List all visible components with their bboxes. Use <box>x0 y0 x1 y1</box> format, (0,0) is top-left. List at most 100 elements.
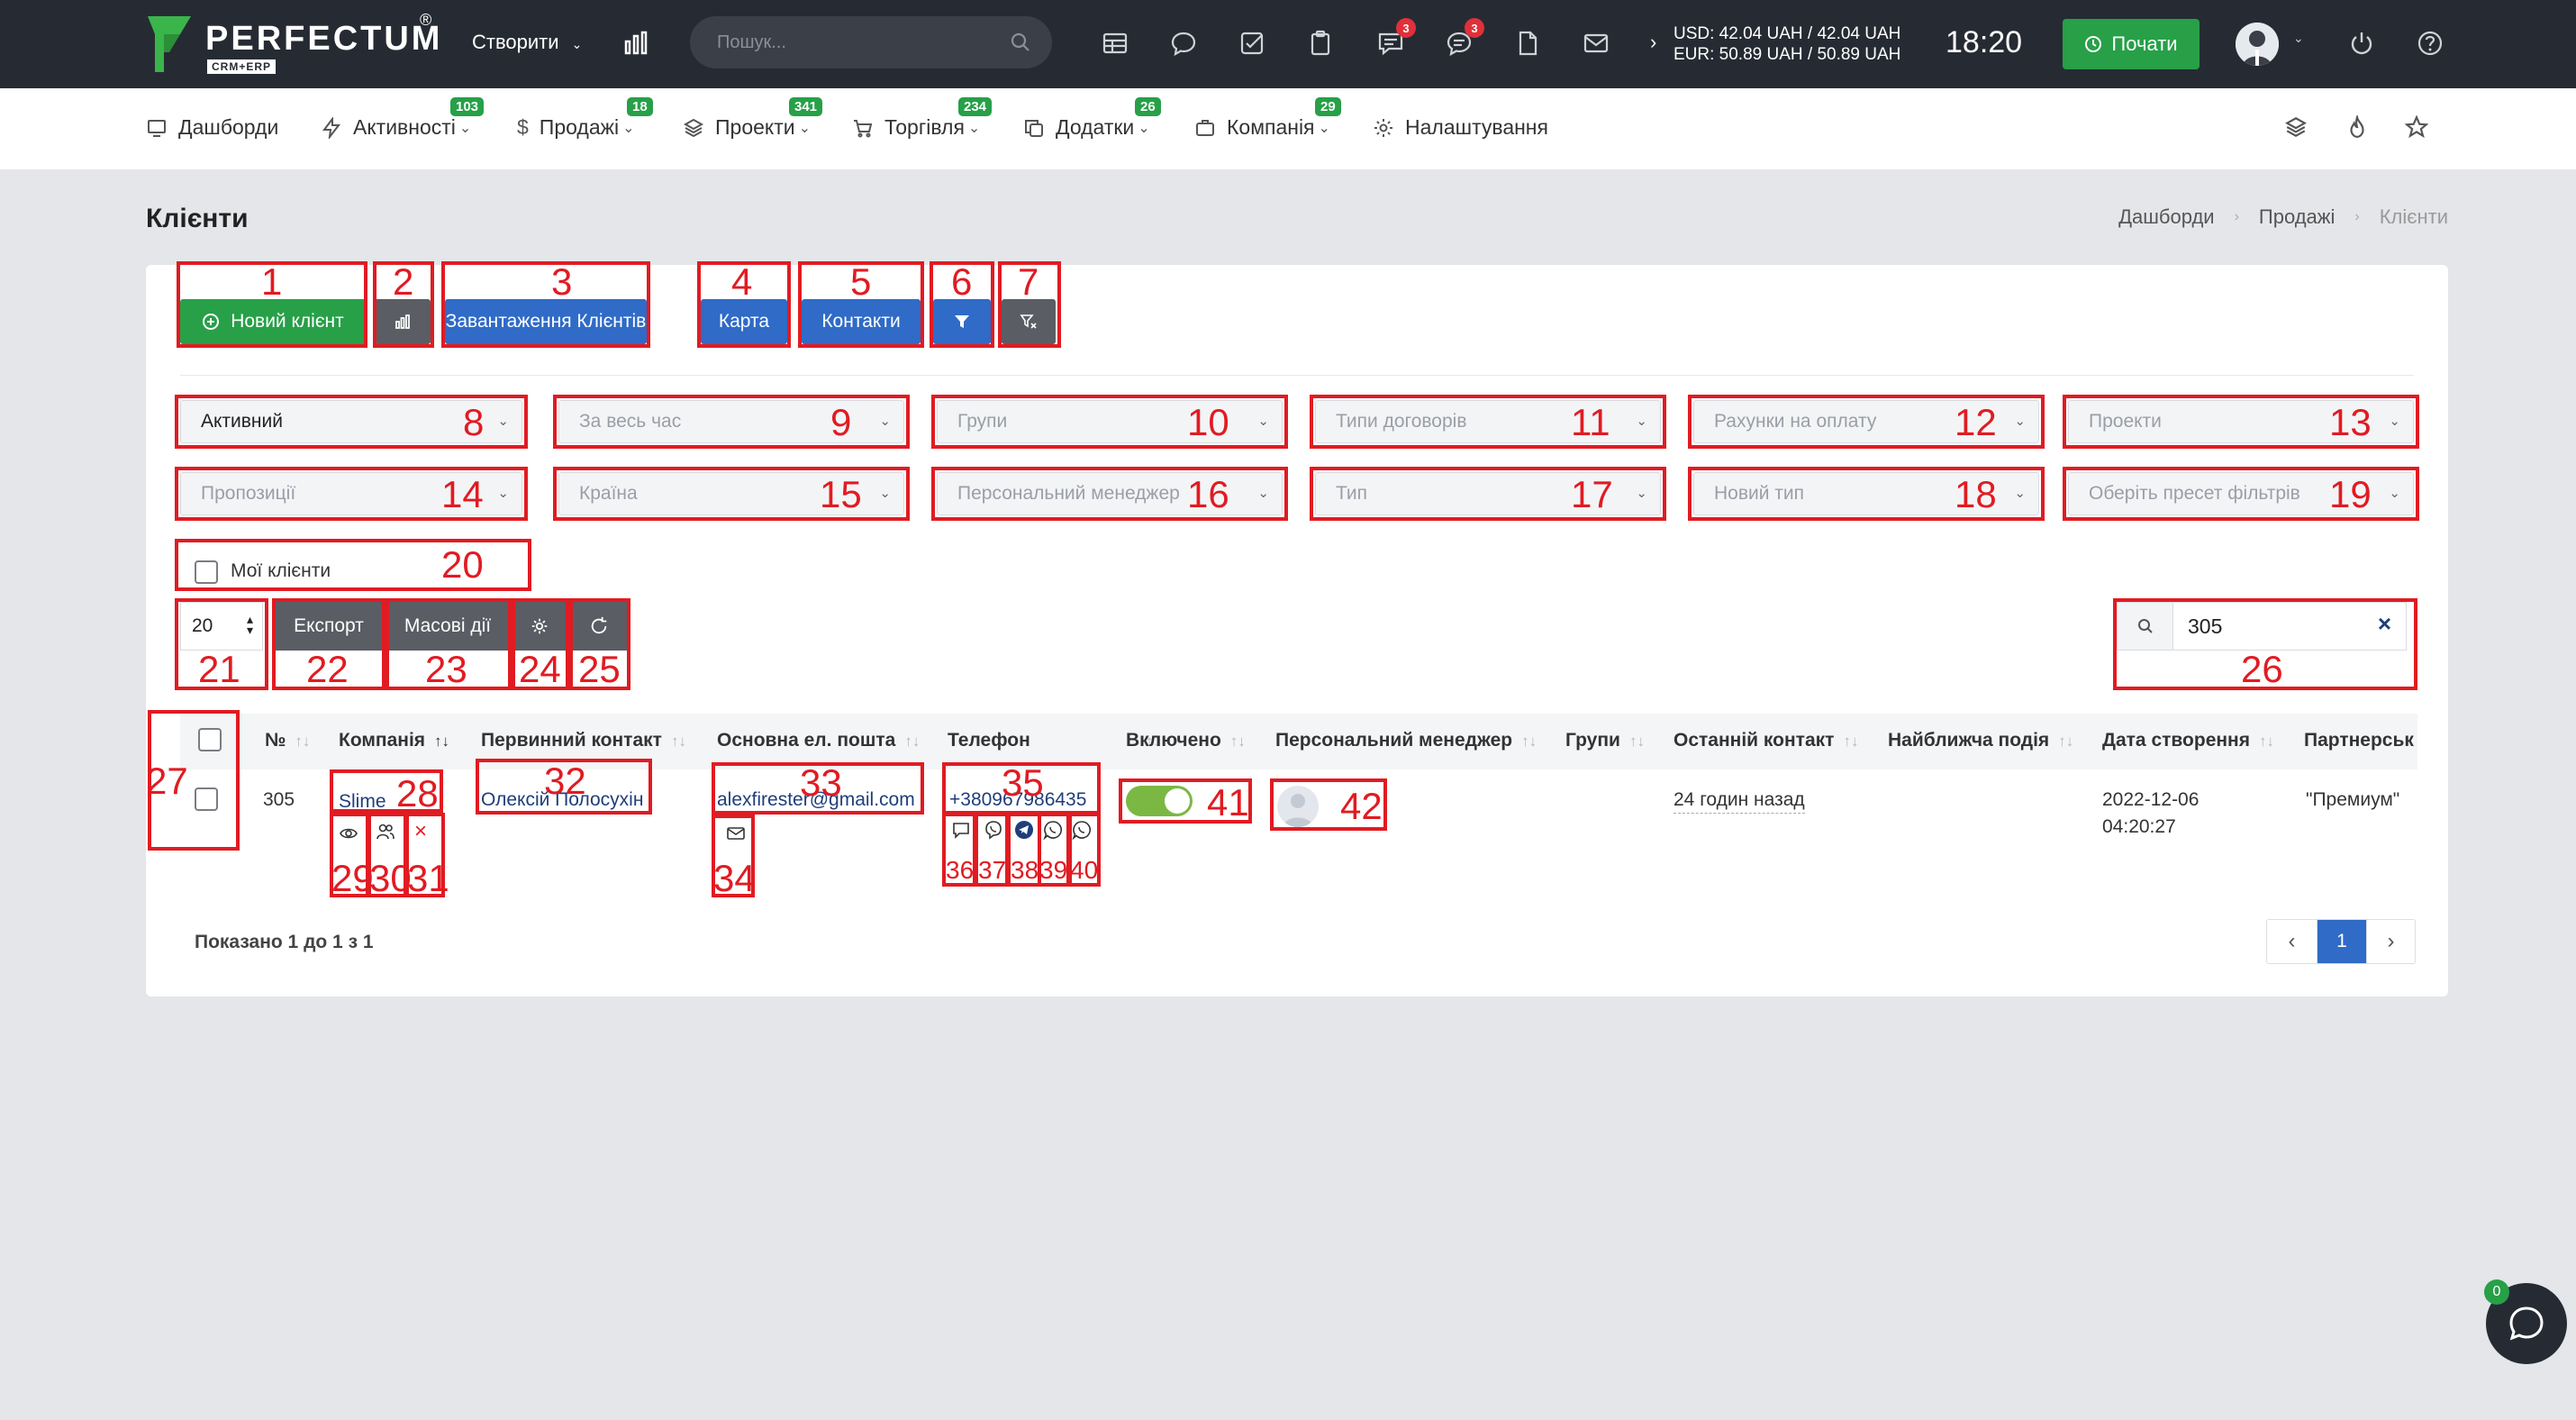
nav-item-trade[interactable]: Торгівля ⌄ 234 <box>852 97 993 140</box>
whatsapp-icon[interactable] <box>1043 820 1063 841</box>
layers-icon[interactable] <box>2284 115 2308 143</box>
header-enabled[interactable]: Включено ↑↓ <box>1126 730 1246 751</box>
invoices-filter[interactable]: Рахунки на оплату ⌄ <box>1693 400 2039 443</box>
new-client-button[interactable]: Новий клієнт <box>180 299 366 344</box>
sort-asc-icon: ↑↓ <box>434 733 450 750</box>
contract-types-filter[interactable]: Типи договорів ⌄ <box>1315 400 1661 443</box>
primary-contact-link[interactable]: Олексій Полосухін <box>481 789 643 811</box>
new-type-filter[interactable]: Новий тип ⌄ <box>1693 472 2039 515</box>
whatsapp-business-icon[interactable] <box>1072 820 1092 841</box>
company-link[interactable]: Slime <box>339 791 386 813</box>
groups-filter[interactable]: Групи ⌄ <box>937 400 1283 443</box>
nav-label: Активності <box>353 115 456 139</box>
chat-widget-button[interactable]: 0 <box>2484 1279 2567 1364</box>
header-manager[interactable]: Персональний менеджер ↑↓ <box>1275 730 1537 751</box>
period-filter[interactable]: За весь час ⌄ <box>558 400 904 443</box>
chat-bubble-icon[interactable] <box>1166 25 1202 61</box>
nav-badge: 234 <box>958 97 993 116</box>
table-icon[interactable] <box>1097 25 1133 61</box>
map-button[interactable]: Карта <box>701 299 787 344</box>
clipboard-icon[interactable] <box>1302 25 1338 61</box>
perfectum-logo-icon[interactable] <box>144 14 195 74</box>
chevron-down-icon[interactable]: ⌄ <box>2293 31 2304 46</box>
header-primary-contact[interactable]: Первинний контакт ↑↓ <box>481 730 686 751</box>
nav-item-sales[interactable]: $ Продажі ⌄ 18 <box>517 97 653 140</box>
telegram-icon[interactable] <box>1014 820 1034 840</box>
breadcrumb-sales[interactable]: Продажі <box>2259 205 2335 229</box>
upload-clients-button[interactable]: Завантаження Клієнтів <box>445 299 647 344</box>
nav-label: Компанія <box>1227 115 1315 139</box>
header-company[interactable]: Компанія ↑↓ <box>339 730 449 751</box>
power-icon[interactable] <box>2344 25 2380 61</box>
country-filter[interactable]: Країна ⌄ <box>558 472 904 515</box>
global-search[interactable] <box>690 16 1052 68</box>
sort-icon: ↑↓ <box>295 733 311 750</box>
header-last-contact[interactable]: Останній контакт ↑↓ <box>1673 730 1858 751</box>
gear-icon <box>531 618 548 634</box>
sms-icon[interactable] <box>951 820 971 840</box>
bar-chart-icon[interactable] <box>618 25 654 61</box>
help-icon[interactable] <box>2412 25 2448 61</box>
projects-filter[interactable]: Проекти ⌄ <box>2068 400 2414 443</box>
export-button[interactable]: Експорт <box>274 602 384 651</box>
filter-preset-select[interactable]: Оберіть пресет фільтрів ⌄ <box>2068 472 2414 515</box>
type-filter[interactable]: Тип ⌄ <box>1315 472 1661 515</box>
mail-icon[interactable] <box>1578 25 1614 61</box>
email-link[interactable]: alexfirester@gmail.com <box>717 789 915 811</box>
enabled-toggle[interactable] <box>1126 786 1193 816</box>
chevron-right-icon[interactable]: › <box>1650 31 1656 54</box>
messages-icon[interactable]: 3 <box>1441 18 1484 61</box>
header-number[interactable]: № ↑↓ <box>265 730 310 751</box>
document-icon[interactable] <box>1510 25 1546 61</box>
clear-filter-button[interactable] <box>1002 299 1056 344</box>
row-checkbox[interactable] <box>195 787 218 811</box>
breadcrumb-dashboards[interactable]: Дашборди <box>2118 205 2214 229</box>
contacts-users-icon[interactable] <box>376 822 395 842</box>
nav-item-company[interactable]: Компанія ⌄ 29 <box>1194 97 1341 140</box>
bulk-actions-button[interactable]: Масові дії <box>387 602 508 651</box>
nav-item-projects[interactable]: Проекти ⌄ 341 <box>683 97 823 140</box>
manager-avatar[interactable] <box>1277 786 1319 827</box>
nav-item-addons[interactable]: Додатки ⌄ 26 <box>1023 97 1161 140</box>
delete-icon[interactable]: × <box>411 821 431 842</box>
nav-item-dashboards[interactable]: Дашборди <box>146 115 278 140</box>
filter-button[interactable] <box>933 299 991 344</box>
proposals-filter[interactable]: Пропозиції ⌄ <box>180 472 522 515</box>
user-avatar[interactable] <box>2236 23 2279 66</box>
header-partner[interactable]: Партнерськ <box>2304 730 2417 751</box>
global-search-input[interactable] <box>717 27 987 58</box>
table-search-input[interactable] <box>2188 612 2350 641</box>
sort-icon: ↑↓ <box>1229 733 1246 750</box>
my-clients-checkbox[interactable] <box>195 560 218 584</box>
page-1-button[interactable]: 1 <box>2317 920 2366 963</box>
start-timer-button[interactable]: Почати <box>2063 19 2200 69</box>
viber-icon[interactable] <box>984 820 1003 840</box>
task-check-icon[interactable] <box>1234 25 1270 61</box>
status-filter[interactable]: Активний ⌄ <box>180 400 522 443</box>
nav-item-settings[interactable]: Налаштування <box>1373 115 1548 140</box>
view-icon[interactable] <box>339 824 358 843</box>
page-size-select[interactable]: 20 ▴ ▾ <box>180 602 263 651</box>
contacts-button[interactable]: Контакти <box>802 299 921 344</box>
fire-icon[interactable] <box>2345 113 2369 143</box>
clear-search-icon[interactable]: × <box>2378 610 2391 638</box>
header-groups[interactable]: Групи ↑↓ <box>1565 730 1645 751</box>
phone-link[interactable]: +380967986435 <box>949 789 1086 811</box>
create-menu[interactable]: Створити ⌄ <box>472 31 582 54</box>
search-icon[interactable] <box>1009 31 1032 54</box>
manager-filter[interactable]: Персональний менеджер ⌄ <box>937 472 1283 515</box>
select-all-checkbox[interactable] <box>198 728 222 751</box>
next-page-icon[interactable]: › <box>2366 920 2415 963</box>
header-email[interactable]: Основна ел. пошта ↑↓ <box>717 730 920 751</box>
send-email-icon[interactable] <box>726 824 746 843</box>
header-created-date[interactable]: Дата створення ↑↓ <box>2102 730 2274 751</box>
table-settings-button[interactable] <box>513 602 566 651</box>
header-label: Персональний менеджер <box>1275 730 1513 751</box>
notifications-icon[interactable]: 3 <box>1373 18 1416 61</box>
header-next-event[interactable]: Найближча подія ↑↓ <box>1888 730 2073 751</box>
star-icon[interactable] <box>2404 114 2429 143</box>
prev-page-icon[interactable]: ‹ <box>2267 920 2317 963</box>
nav-item-activities[interactable]: Активності ⌄ 103 <box>321 97 485 140</box>
statistics-button[interactable] <box>375 299 431 344</box>
refresh-button[interactable] <box>571 602 627 651</box>
